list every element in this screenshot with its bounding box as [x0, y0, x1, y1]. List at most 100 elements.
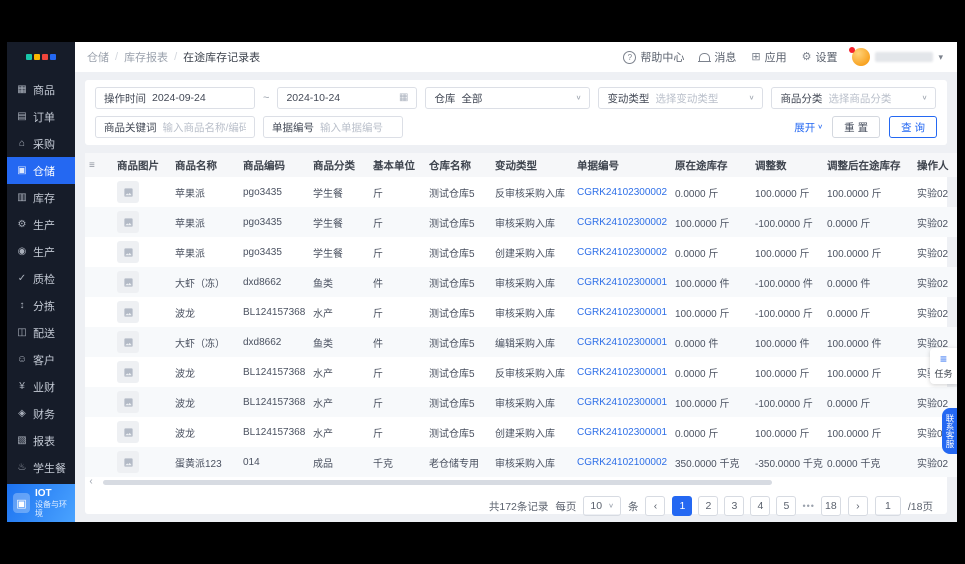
search-button[interactable]: 查 询	[889, 116, 937, 138]
sidebar-item-production-2[interactable]: ◉ 生产	[7, 238, 75, 265]
doc-number-link[interactable]: CGRK24102300001	[577, 337, 667, 348]
cell-category: 水产	[313, 368, 333, 380]
doc-number-link[interactable]: CGRK24102300001	[577, 427, 667, 438]
table-row[interactable]: 苹果派 pgo3435 学生餐 斤 测试仓库5 创建采购入库 CGRK24102300002…	[85, 237, 957, 267]
production-icon: ⚙	[17, 219, 27, 230]
settings-button[interactable]: ⚙ 设置	[802, 49, 838, 65]
sidebar-item-product[interactable]: ▦ 商品	[7, 76, 75, 103]
cell-adjust-qty: 100.0000 斤	[755, 188, 810, 200]
page-number-button[interactable]: 18	[820, 496, 841, 516]
column-header: 变动类型	[491, 153, 573, 177]
page-jump-input[interactable]: 1	[874, 496, 901, 516]
customer-service-tab[interactable]: 联系客服	[942, 408, 957, 454]
product-image-placeholder	[117, 301, 139, 323]
sidebar-item-quality[interactable]: ✓ 质检	[7, 265, 75, 292]
table-body: 苹果派 pgo3435 学生餐斤测试仓库5 反审核采购入库 CGRK2410230000…	[85, 177, 957, 477]
doc-number-link[interactable]: CGRK24102300002	[577, 247, 667, 258]
expand-filters-link[interactable]: 展开 ∨	[794, 120, 823, 135]
business-finance-icon: ¥	[19, 381, 25, 392]
table-header-row: ≡ 商品图片 商品名称 商品编码 商品分类 基本单位 仓库名称 变动类型 单据编号 原在途库存 调整…	[85, 153, 957, 177]
change-type-select[interactable]: 变动类型 选择变动类型 ∨	[598, 87, 764, 109]
scroll-left-arrow[interactable]: ‹	[87, 477, 95, 487]
doc-number-link[interactable]: CGRK24102300001	[577, 397, 667, 408]
cell-change-type: 反审核采购入库	[495, 368, 565, 380]
date-from-input[interactable]: 操作时间 2024-09-24	[95, 87, 255, 109]
sidebar-item-inventory[interactable]: ▥ 库存	[7, 184, 75, 211]
breadcrumb-item-storage[interactable]: 仓储	[87, 49, 109, 65]
doc-number-link[interactable]: CGRK24102300001	[577, 277, 667, 288]
cell-after-qty: 100.0000 斤	[827, 188, 882, 200]
doc-number-input[interactable]: 单据编号 输入单据编号	[263, 116, 403, 138]
help-icon: ?	[623, 50, 637, 64]
cell-product-code: BL124157368	[243, 306, 306, 318]
iot-device-icon: ▣	[13, 493, 30, 513]
sidebar-item-business-finance[interactable]: ¥ 业财	[7, 373, 75, 400]
cell-warehouse: 测试仓库5	[429, 308, 475, 320]
apps-button[interactable]: ⊞ 应用	[751, 49, 786, 65]
cell-adjust-qty: -100.0000 斤	[755, 308, 813, 320]
page-number-button[interactable]: 5	[776, 496, 797, 516]
cell-after-qty: 100.0000 斤	[827, 248, 882, 260]
date-to-input[interactable]: 2024-10-24 ▦	[277, 87, 418, 109]
sidebar-item-label: 生产	[33, 246, 55, 259]
sidebar-item-purchase[interactable]: ⌂ 采购	[7, 130, 75, 157]
table-row[interactable]: 波龙 BL124157368 水产 斤 测试仓库5 反审核采购入库 CGRK24102300…	[85, 357, 957, 387]
warehouse-select[interactable]: 仓库 全部 ∨	[425, 87, 591, 109]
table-row[interactable]: 大虾（冻） dxd8662 鱼类 件 测试仓库5 审核采购入库 CGRK2410230000…	[85, 267, 957, 297]
page-number-button[interactable]: 3	[724, 496, 745, 516]
cell-category: 水产	[313, 308, 333, 320]
category-select[interactable]: 商品分类 选择商品分类 ∨	[771, 87, 937, 109]
horizontal-scrollbar[interactable]: ‹	[85, 477, 947, 487]
sidebar-item-delivery[interactable]: ◫ 配送	[7, 319, 75, 346]
sidebar-item-student-meal[interactable]: ♨ 学生餐	[7, 454, 75, 481]
table-row[interactable]: 蛋黄派123 014 成品 千克 老仓储专用 审核采购入库 CGRK24102100002 3…	[85, 447, 957, 477]
keyword-input[interactable]: 商品关键词 输入商品名称/编码	[95, 116, 255, 138]
cell-before-qty: 0.0000 件	[675, 338, 719, 350]
iot-panel[interactable]: ▣ IOT 设备与环境	[7, 484, 75, 522]
warehouse-label: 仓库	[434, 92, 456, 105]
page-number-button[interactable]: 1	[672, 496, 693, 516]
sidebar-item-customer[interactable]: ☺ 客户	[7, 346, 75, 373]
page-number-button[interactable]: 2	[698, 496, 719, 516]
brand-logo[interactable]	[7, 42, 75, 72]
cell-category: 学生餐	[313, 218, 343, 230]
prev-page-button[interactable]: ‹	[645, 496, 666, 516]
reset-button[interactable]: 重 置	[832, 116, 881, 138]
scrollbar-thumb[interactable]	[103, 479, 773, 485]
page-size-select[interactable]: 10 ∨	[583, 496, 621, 516]
table-row[interactable]: 苹果派 pgo3435 学生餐 斤 测试仓库5 审核采购入库 CGRK24102300002…	[85, 207, 957, 237]
breadcrumb-item-inventory-report[interactable]: 库存报表	[124, 49, 168, 65]
sidebar-item-finance[interactable]: ◈ 财务	[7, 400, 75, 427]
doc-number-link[interactable]: CGRK24102300001	[577, 307, 667, 318]
messages-button[interactable]: 消息	[698, 49, 736, 65]
sidebar-item-report[interactable]: ▧ 报表	[7, 427, 75, 454]
table-row[interactable]: 波龙 BL124157368 水产 斤 测试仓库5 审核采购入库 CGRK241023000…	[85, 387, 957, 417]
doc-number-link[interactable]: CGRK24102300002	[577, 187, 667, 198]
chevron-down-icon: ∨	[575, 94, 582, 102]
column-settings-icon[interactable]: ≡	[89, 160, 95, 171]
sidebar-item-sorting[interactable]: ↕ 分拣	[7, 292, 75, 319]
cell-product-name: 波龙	[175, 398, 195, 410]
next-page-button[interactable]: ›	[847, 496, 868, 516]
table-row[interactable]: 大虾（冻） dxd8662 鱼类 件 测试仓库5 编辑采购入库 CGRK2410230000…	[85, 327, 957, 357]
doc-number-link[interactable]: CGRK24102300002	[577, 217, 667, 228]
product-image-placeholder	[117, 331, 139, 353]
sidebar-item-order[interactable]: ▤ 订单	[7, 103, 75, 130]
cell-change-type: 审核采购入库	[495, 308, 555, 320]
doc-number-placeholder: 输入单据编号	[320, 121, 383, 134]
task-floating-button[interactable]: ≡ 任务	[930, 348, 957, 384]
help-center-button[interactable]: ? 帮助中心	[623, 49, 684, 65]
cell-before-qty: 100.0000 斤	[675, 398, 730, 410]
doc-number-link[interactable]: CGRK24102100002	[577, 457, 667, 468]
doc-number-link[interactable]: CGRK24102300001	[577, 367, 667, 378]
table-row[interactable]: 苹果派 pgo3435 学生餐 斤 测试仓库5 反审核采购入库 CGRK2410230000…	[85, 177, 957, 207]
table-row[interactable]: 波龙 BL124157368 水产 斤 测试仓库5 审核采购入库 CGRK241023000…	[85, 297, 957, 327]
chevron-down-icon: ∨	[608, 502, 614, 510]
user-menu[interactable]: ▾	[849, 47, 943, 66]
cell-category: 学生餐	[313, 248, 343, 260]
sidebar-item-production-1[interactable]: ⚙ 生产	[7, 211, 75, 238]
chevron-down-icon: ∨	[921, 94, 928, 102]
page-number-button[interactable]: 4	[750, 496, 771, 516]
table-row[interactable]: 波龙 BL124157368 水产 斤 测试仓库5 创建采购入库 CGRK241023000…	[85, 417, 957, 447]
sidebar-item-storage[interactable]: ▣ 仓储	[7, 157, 75, 184]
